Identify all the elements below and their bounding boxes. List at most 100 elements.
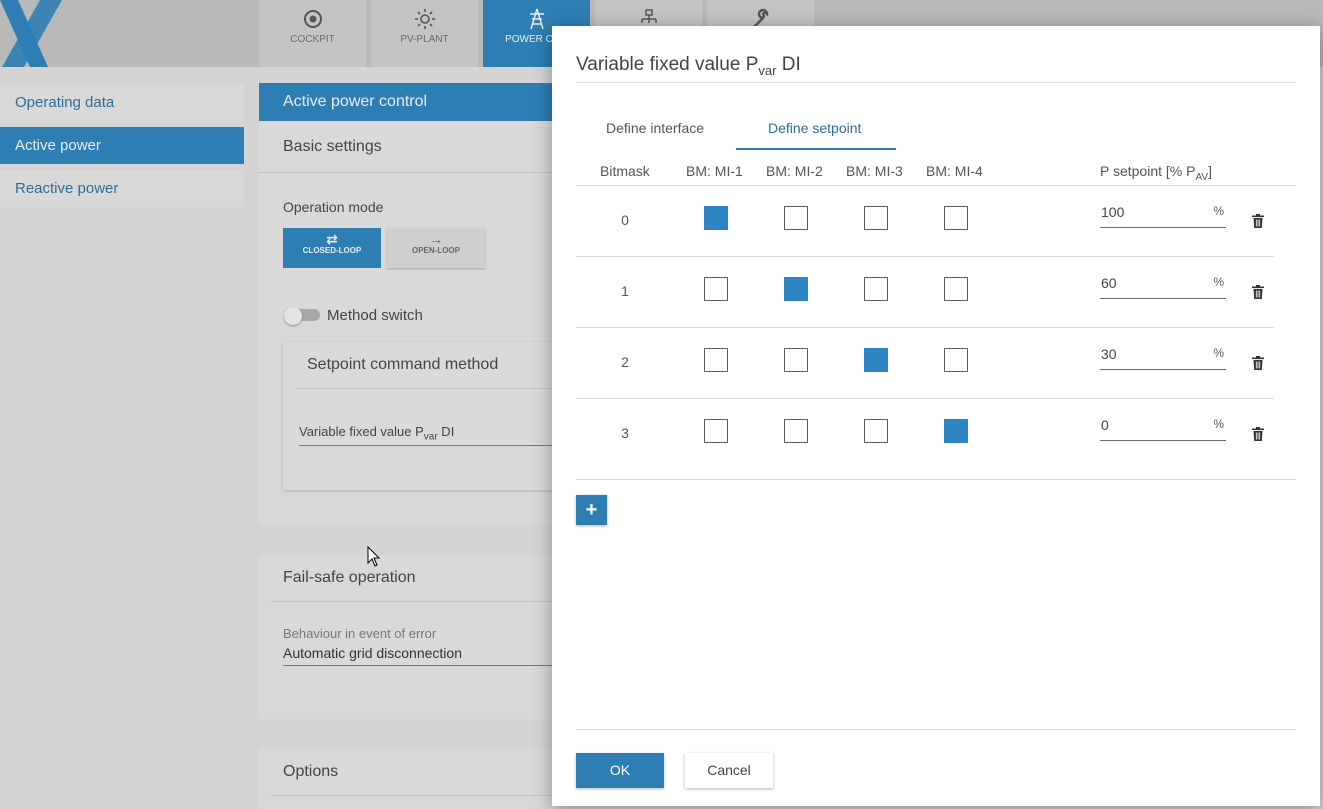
- divider: [576, 479, 1296, 480]
- closed-loop-label: CLOSED-LOOP: [302, 246, 362, 255]
- basic-settings-heading: Basic settings: [259, 121, 559, 173]
- divider: [271, 601, 559, 602]
- arrow-right-icon: →: [429, 231, 443, 247]
- checkbox-row3-mi4[interactable]: [944, 419, 968, 443]
- nav-tab-cockpit[interactable]: COCKPIT: [259, 0, 366, 67]
- options-heading: Options: [283, 763, 339, 780]
- method-switch-toggle[interactable]: [284, 307, 320, 325]
- active-tab-indicator: [736, 148, 896, 150]
- divider: [295, 388, 563, 389]
- checkbox-row1-mi3[interactable]: [864, 277, 888, 301]
- setpoint-input-row1[interactable]: 60 %: [1100, 273, 1226, 299]
- operation-mode-label: Operation mode: [283, 199, 384, 215]
- header-bm-mi-3: BM: MI-3: [846, 163, 903, 179]
- checkbox-row2-mi2[interactable]: [784, 348, 808, 372]
- bitmask-value: 2: [621, 354, 629, 370]
- open-loop-label: OPEN-LOOP: [411, 246, 460, 255]
- checkbox-row3-mi1[interactable]: [704, 419, 728, 443]
- trash-icon[interactable]: [1252, 214, 1264, 228]
- setpoint-unit: %: [1213, 417, 1224, 431]
- mouse-cursor-icon: [367, 546, 381, 567]
- bitmask-value: 1: [621, 283, 629, 299]
- header-p-setpoint-tail: ]: [1208, 163, 1212, 179]
- header-p-setpoint-text: P setpoint [% P: [1100, 163, 1196, 179]
- setpoint-input-row3[interactable]: 0 %: [1100, 415, 1226, 441]
- sun-icon: [414, 9, 435, 29]
- brand-logo: [0, 0, 62, 67]
- closed-loop-button[interactable]: ⇄ CLOSED-LOOP: [283, 228, 381, 268]
- setpoint-value: 60: [1101, 275, 1117, 291]
- divider: [576, 398, 1274, 399]
- setpoint-unit: %: [1213, 204, 1224, 218]
- behaviour-select-underline: [283, 665, 559, 666]
- divider: [576, 82, 1296, 83]
- setpoint-input-row2[interactable]: 30 %: [1100, 344, 1226, 370]
- ok-button[interactable]: OK: [576, 753, 664, 788]
- loop-arrows-icon: ⇄: [326, 231, 338, 247]
- bitmask-value: 0: [621, 212, 629, 228]
- header-p-setpoint-subscript: AV: [1195, 171, 1209, 183]
- method-value: Variable fixed value P: [299, 424, 424, 439]
- setpoint-value: 100: [1101, 204, 1125, 220]
- divider: [576, 327, 1274, 328]
- tab-define-setpoint[interactable]: Define setpoint: [768, 120, 861, 136]
- checkbox-row0-mi3[interactable]: [864, 206, 888, 230]
- header-bitmask: Bitmask: [600, 163, 650, 179]
- cancel-button[interactable]: Cancel: [685, 753, 773, 788]
- nav-tab-label: COCKPIT: [290, 34, 335, 45]
- sidebar-item-operating-data[interactable]: Operating data: [0, 84, 244, 121]
- sidebar-item-reactive-power[interactable]: Reactive power: [0, 170, 244, 207]
- divider: [576, 256, 1274, 257]
- sidebar: Operating data Active power Reactive pow…: [0, 84, 244, 213]
- checkbox-row0-mi1[interactable]: [704, 206, 728, 230]
- tab-define-interface[interactable]: Define interface: [606, 120, 704, 136]
- divider: [271, 795, 559, 796]
- method-select-underline: [299, 445, 563, 446]
- fail-safe-card: Fail-safe operation Behaviour in event o…: [259, 555, 559, 719]
- setpoint-unit: %: [1213, 346, 1224, 360]
- checkbox-row1-mi2[interactable]: [784, 277, 808, 301]
- trash-icon[interactable]: [1252, 356, 1264, 370]
- trash-icon[interactable]: [1252, 285, 1264, 299]
- divider: [576, 185, 1296, 186]
- method-value-subscript: var: [423, 431, 438, 443]
- trash-icon[interactable]: [1252, 427, 1264, 441]
- checkbox-row1-mi4[interactable]: [944, 277, 968, 301]
- toggle-knob: [284, 307, 302, 325]
- setpoint-value: 30: [1101, 346, 1117, 362]
- checkbox-row3-mi2[interactable]: [784, 419, 808, 443]
- checkbox-row2-mi3[interactable]: [864, 348, 888, 372]
- setpoint-input-row0[interactable]: 100 %: [1100, 202, 1226, 228]
- divider: [576, 729, 1296, 730]
- checkbox-row2-mi1[interactable]: [704, 348, 728, 372]
- checkbox-row1-mi1[interactable]: [704, 277, 728, 301]
- header-bm-mi-4: BM: MI-4: [926, 163, 983, 179]
- fail-safe-heading: Fail-safe operation: [283, 569, 416, 586]
- method-switch-label: Method switch: [327, 307, 423, 324]
- header-bm-mi-2: BM: MI-2: [766, 163, 823, 179]
- target-icon: [303, 10, 322, 28]
- checkbox-row2-mi4[interactable]: [944, 348, 968, 372]
- setpoint-method-card: Setpoint command method Variable fixed v…: [283, 342, 563, 490]
- dialog-title: Variable fixed value Pvar DI: [576, 54, 801, 78]
- setpoint-value: 0: [1101, 417, 1109, 433]
- checkbox-row0-mi4[interactable]: [944, 206, 968, 230]
- method-select[interactable]: Variable fixed value Pvar DI: [299, 424, 454, 443]
- checkbox-row3-mi3[interactable]: [864, 419, 888, 443]
- header-p-setpoint: P setpoint [% PAV]: [1100, 163, 1212, 183]
- bitmask-value: 3: [621, 425, 629, 441]
- nav-tab-label: PV-PLANT: [400, 34, 449, 45]
- nav-tab-pv-plant[interactable]: PV-PLANT: [371, 0, 478, 67]
- options-card: Options: [259, 749, 559, 809]
- behaviour-label: Behaviour in event of error: [283, 626, 437, 641]
- setpoint-unit: %: [1213, 275, 1224, 289]
- open-loop-button[interactable]: → OPEN-LOOP: [387, 228, 485, 268]
- behaviour-select[interactable]: Automatic grid disconnection: [283, 645, 462, 661]
- method-value-tail: DI: [437, 424, 455, 439]
- setpoint-dialog: Variable fixed value Pvar DI Define inte…: [552, 26, 1320, 806]
- add-row-button[interactable]: +: [576, 495, 607, 525]
- power-tower-icon: [529, 8, 544, 30]
- checkbox-row0-mi2[interactable]: [784, 206, 808, 230]
- sidebar-item-active-power[interactable]: Active power: [0, 127, 244, 164]
- dialog-title-text: Variable fixed value P: [576, 54, 759, 75]
